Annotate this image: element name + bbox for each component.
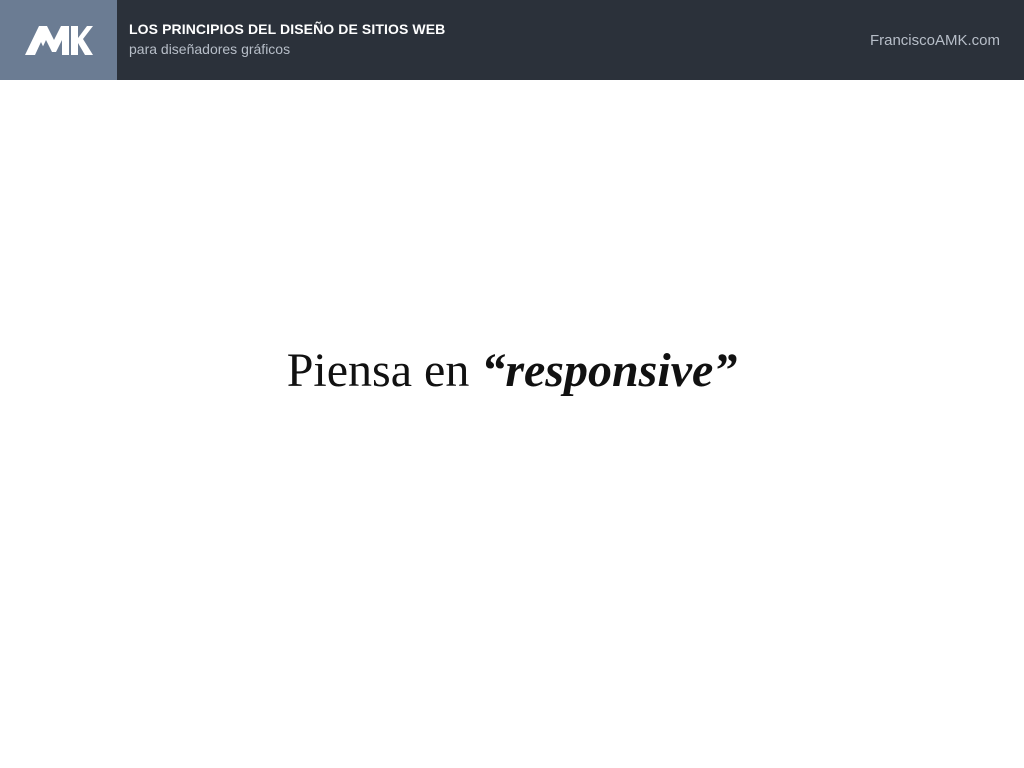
slide-heading: Piensa en “responsive” (0, 336, 1024, 406)
slide-page: LOS PRINCIPIOS DEL DISEÑO DE SITIOS WEB … (0, 0, 1024, 768)
header-titles: LOS PRINCIPIOS DEL DISEÑO DE SITIOS WEB … (117, 0, 445, 80)
header-title: LOS PRINCIPIOS DEL DISEÑO DE SITIOS WEB (129, 21, 446, 37)
slide-heading-plain: Piensa en (286, 344, 482, 397)
site-name: FranciscoAMK.com (869, 32, 1000, 49)
header-subtitle: para diseñadores gráficos (129, 41, 291, 57)
slide-heading-emphasis: “responsive” (481, 344, 738, 397)
logo (0, 0, 117, 80)
amk-logo-icon (24, 26, 93, 55)
header-bar: LOS PRINCIPIOS DEL DISEÑO DE SITIOS WEB … (0, 0, 1024, 80)
